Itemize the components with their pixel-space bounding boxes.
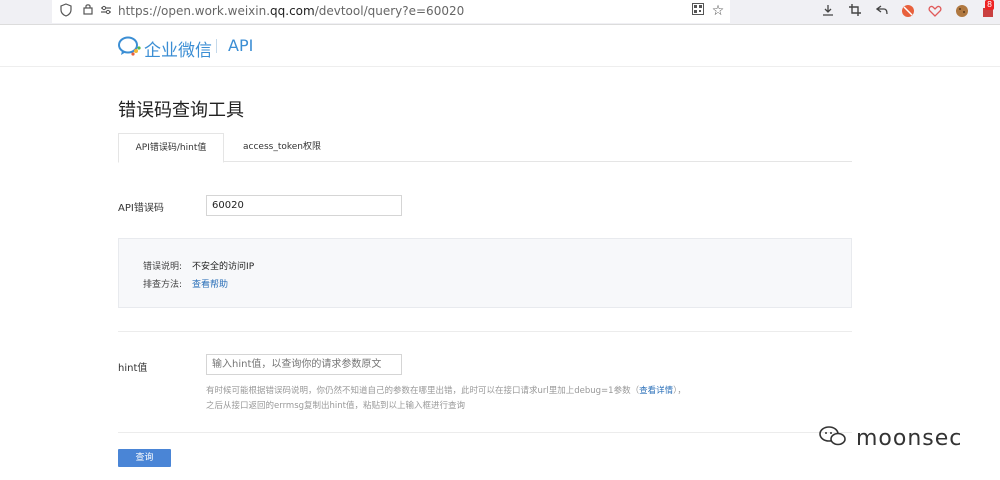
desc-value: 不安全的访问IP: [192, 262, 255, 272]
extension-heart-icon[interactable]: [928, 4, 942, 18]
errcode-input[interactable]: [206, 195, 402, 216]
section-divider: [118, 331, 852, 332]
extension-block-icon[interactable]: [901, 4, 915, 18]
wecom-logo-icon[interactable]: [118, 36, 142, 60]
view-details-link[interactable]: 查看详情: [639, 386, 673, 396]
shield-icon[interactable]: [58, 3, 74, 19]
result-panel: 错误说明: 不安全的访问IP 排查方法: 查看帮助: [118, 238, 852, 308]
page-title: 错误码查询工具: [118, 100, 244, 121]
site-header: 企业微信 API: [0, 24, 1000, 67]
tab-access-token[interactable]: access_token权限: [236, 133, 328, 161]
help-link[interactable]: 查看帮助: [192, 280, 228, 290]
watermark-text: moonsec: [856, 426, 963, 451]
extension-badge: 8: [985, 0, 995, 10]
method-label: 排查方法:: [143, 280, 183, 290]
result-method-row: 排查方法: 查看帮助: [143, 277, 228, 290]
hint-help-line2: 之后从接口返回的errmsg复制出hint值，粘贴到以上输入框进行查询: [206, 401, 465, 411]
browser-toolbar: https://open.work.weixin.qq.com/devtool/…: [0, 0, 1000, 25]
url-text[interactable]: https://open.work.weixin.qq.com/devtool/…: [118, 4, 464, 18]
query-button[interactable]: 查询: [118, 449, 171, 467]
crop-icon[interactable]: [848, 4, 862, 18]
wechat-watermark-icon: [818, 424, 848, 452]
extension-cookie-icon[interactable]: [955, 4, 969, 18]
bottom-divider: [118, 432, 852, 433]
lock-icon[interactable]: [80, 3, 96, 19]
desc-label: 错误说明:: [143, 262, 183, 272]
logo-text[interactable]: 企业微信: [144, 36, 212, 61]
errcode-label: API错误码: [118, 203, 164, 214]
hint-help-line1: 有时候可能根据错误码说明，你仍然不知道自己的参数在哪里出错，此时可以在接口请求u…: [206, 386, 686, 396]
tab-api-errcode[interactable]: API错误码/hint值: [118, 133, 224, 163]
hint-label: hint值: [118, 363, 148, 374]
api-link[interactable]: API: [228, 36, 253, 55]
logo-divider: [216, 39, 217, 53]
download-icon[interactable]: [821, 4, 835, 18]
hint-input[interactable]: [206, 354, 402, 375]
permissions-icon[interactable]: [98, 3, 114, 19]
result-desc-row: 错误说明: 不安全的访问IP: [143, 259, 254, 272]
bookmark-star-icon[interactable]: ☆: [710, 3, 726, 19]
qr-code-icon[interactable]: [690, 3, 706, 19]
address-bar[interactable]: https://open.work.weixin.qq.com/devtool/…: [52, 0, 730, 23]
back-arrow-icon[interactable]: [875, 4, 889, 18]
tab-bar: API错误码/hint值 access_token权限: [118, 133, 852, 163]
